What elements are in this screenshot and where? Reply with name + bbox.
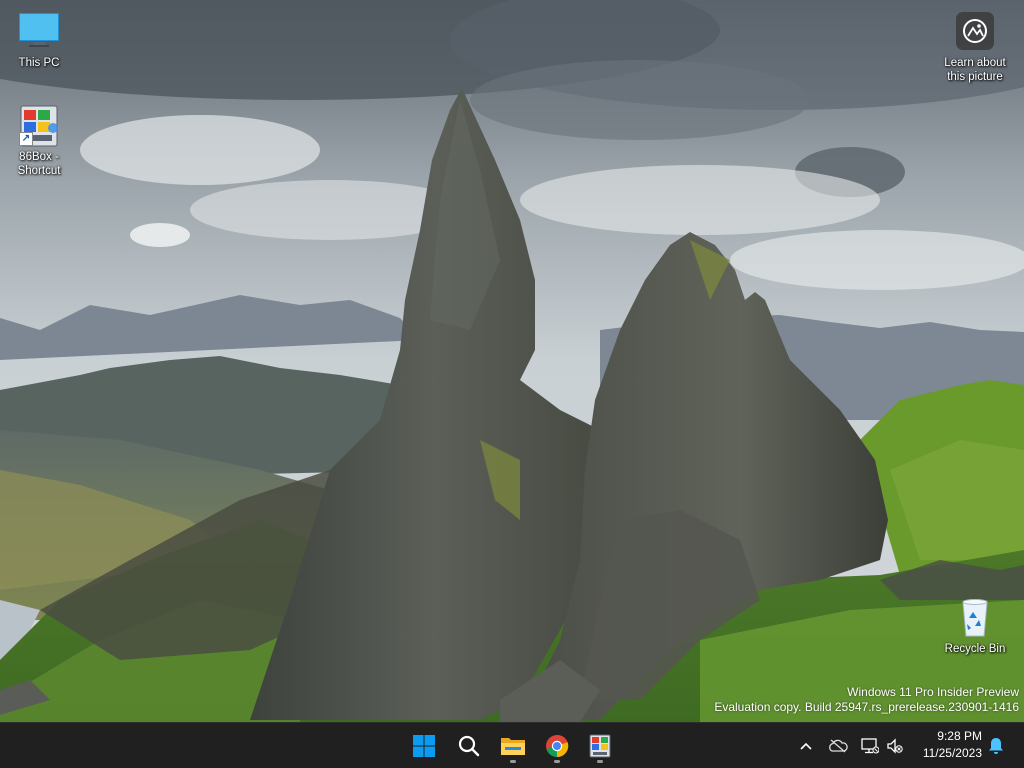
watermark-line-1: Windows 11 Pro Insider Preview: [847, 685, 1019, 699]
onedrive-tray-button[interactable]: [827, 735, 849, 757]
onedrive-icon: [829, 739, 848, 753]
network-tray-button[interactable]: [859, 735, 881, 757]
desktop-icon-recycle-bin[interactable]: Recycle Bin: [937, 596, 1013, 656]
volume-tray-button[interactable]: [884, 735, 906, 757]
evaluation-watermark: Windows 11 Pro Insider Preview Evaluatio…: [714, 685, 1019, 715]
desktop-icon-86box-shortcut[interactable]: ↗ 86Box - Shortcut: [1, 104, 77, 178]
desktop-icon-label: Learn about this picture: [944, 57, 1006, 83]
chevron-up-icon: [800, 742, 812, 750]
desktop-icon-label: Recycle Bin: [944, 643, 1006, 655]
watermark-line-2: Evaluation copy. Build 25947.rs_prerelea…: [714, 700, 1019, 714]
search-icon: [458, 735, 480, 757]
recycle-bin-icon: [953, 596, 997, 640]
running-indicator: [597, 760, 603, 763]
86box-icon: [589, 734, 611, 758]
file-explorer-icon: [501, 738, 525, 755]
taskbar-clock[interactable]: 9:28 PM 11/25/2023: [912, 728, 982, 762]
windows-start-icon: [413, 735, 435, 757]
notification-bell-icon: [989, 738, 1003, 754]
clock-time: 9:28 PM: [937, 729, 982, 743]
notification-center-button[interactable]: [986, 735, 1006, 757]
running-indicator: [510, 760, 516, 763]
desktop-icon-label: This PC: [18, 57, 60, 69]
86box-taskbar-button[interactable]: [582, 728, 618, 764]
chrome-icon: [546, 734, 569, 758]
clock-date: 11/25/2023: [922, 746, 982, 760]
86box-icon: ↗: [17, 104, 61, 148]
desktop-icon-learn-about-picture[interactable]: Learn about this picture: [937, 10, 1013, 84]
running-indicator: [554, 760, 560, 763]
shortcut-arrow-icon: ↗: [19, 132, 33, 146]
show-hidden-icons-button[interactable]: [796, 735, 816, 757]
this-pc-icon: [17, 10, 61, 54]
desktop-icon-label: 86Box - Shortcut: [17, 151, 61, 177]
desktop-icon-this-pc[interactable]: This PC: [1, 10, 77, 70]
network-icon: [861, 738, 879, 754]
desktop-wallpaper: [0, 0, 1024, 722]
volume-muted-icon: [887, 738, 903, 754]
chrome-button[interactable]: [539, 728, 575, 764]
learn-about-picture-icon: [953, 10, 997, 54]
search-button[interactable]: [451, 728, 487, 764]
taskbar: 9:28 PM 11/25/2023: [0, 722, 1024, 768]
start-button[interactable]: [406, 728, 442, 764]
wallpaper-landscape: [0, 0, 1024, 722]
file-explorer-button[interactable]: [495, 728, 531, 764]
